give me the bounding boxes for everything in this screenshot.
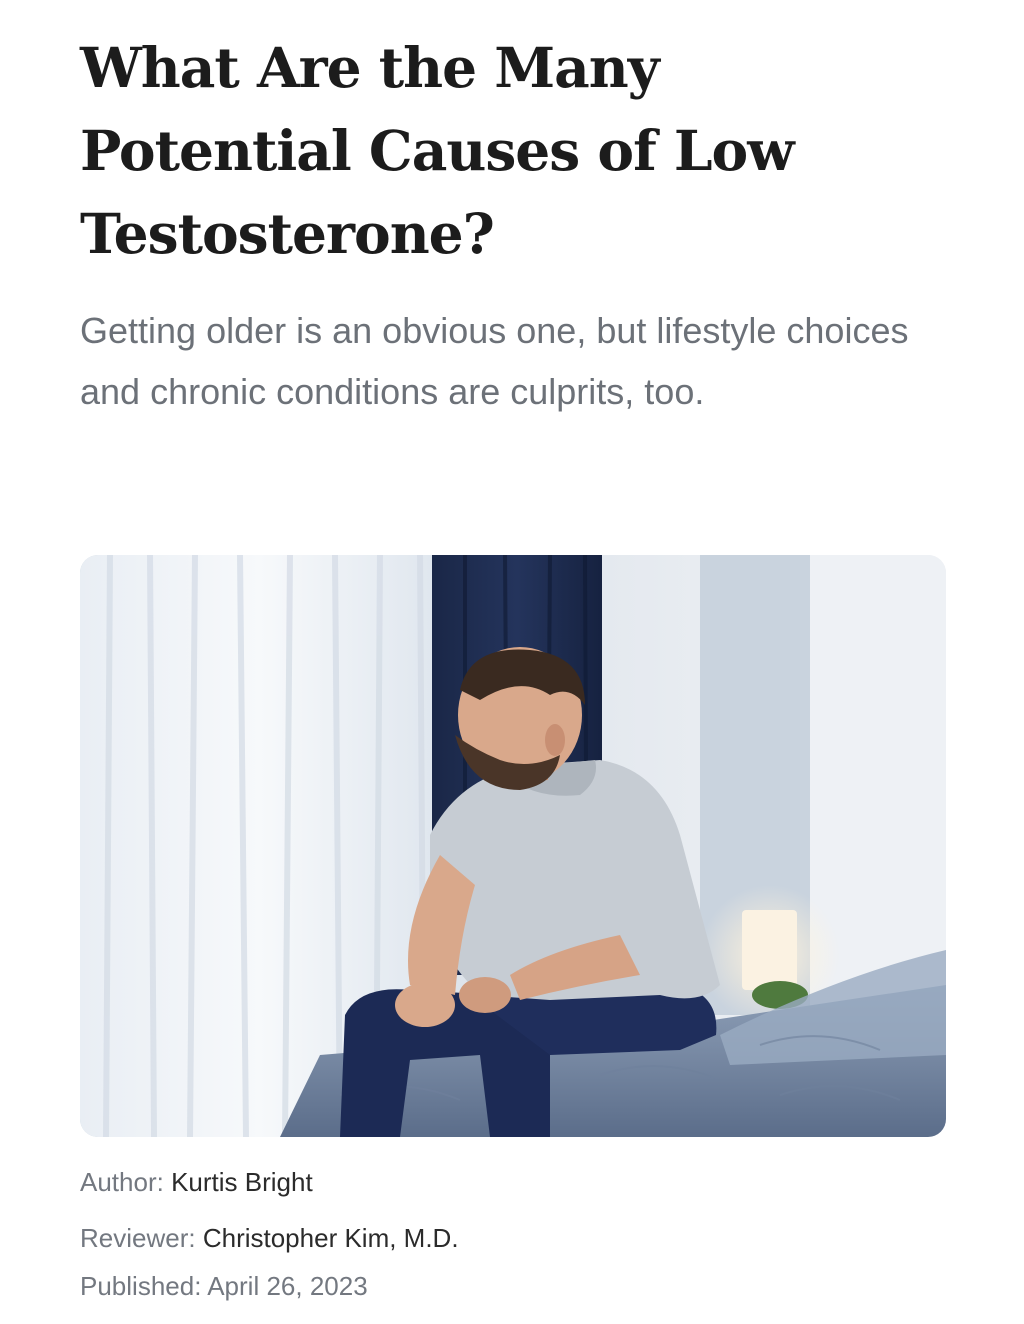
reviewer-name[interactable]: Christopher Kim, M.D. — [203, 1223, 459, 1253]
author-line: Author: Kurtis Bright — [80, 1166, 946, 1198]
article-subtitle: Getting older is an obvious one, but lif… — [80, 310, 909, 412]
published-label: Published: — [80, 1271, 202, 1301]
author-name[interactable]: Kurtis Bright — [171, 1167, 313, 1197]
hero-image — [80, 555, 946, 1137]
published-line: Published: April 26, 2023 — [80, 1270, 946, 1302]
published-date: April 26, 2023 — [207, 1271, 368, 1301]
article-title: What Are the Many Potential Causes of Lo… — [80, 35, 795, 266]
reviewer-label: Reviewer: — [80, 1223, 196, 1253]
author-label: Author: — [80, 1167, 164, 1197]
reviewer-line: Reviewer: Christopher Kim, M.D. — [80, 1222, 946, 1254]
